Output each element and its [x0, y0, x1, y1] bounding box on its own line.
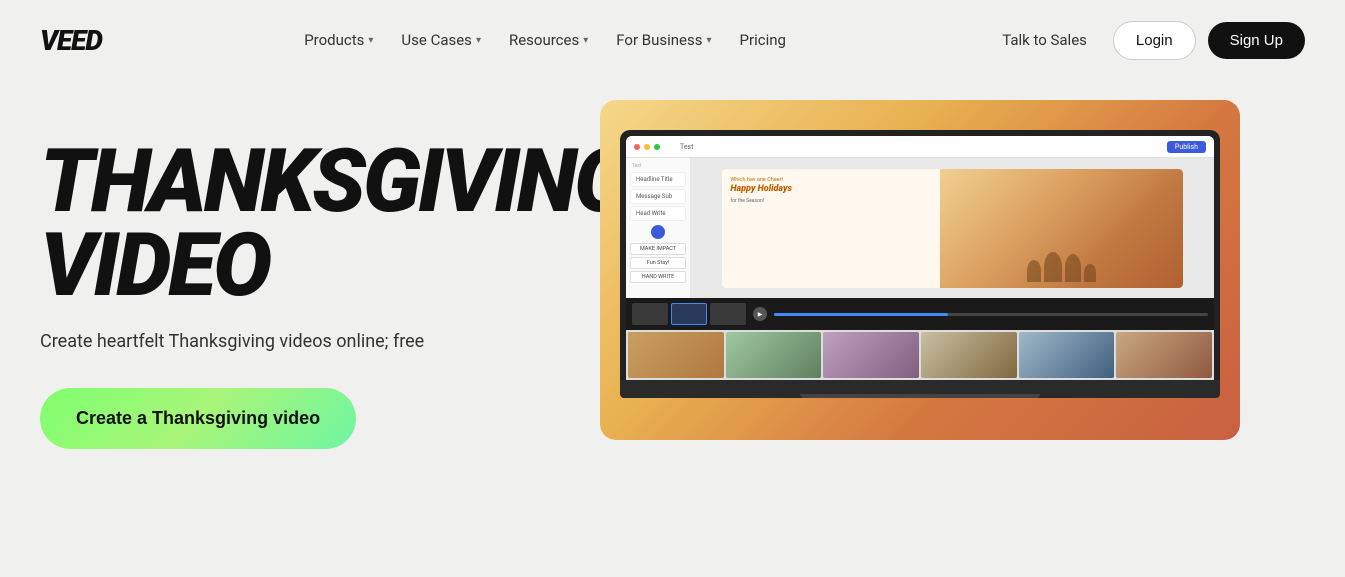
timeline-progress	[774, 313, 948, 316]
photo-thumb-6[interactable]	[1116, 332, 1212, 378]
laptop-lid: Test Publish Text Headline Title Message…	[620, 130, 1220, 380]
logo[interactable]: VEED	[40, 24, 102, 57]
filmstrip-thumb-3[interactable]	[710, 303, 746, 325]
panel-row-headwrite[interactable]: Head Write	[630, 206, 686, 221]
timeline[interactable]	[774, 313, 1208, 316]
editor-tab-label[interactable]: Test	[672, 141, 701, 153]
person-2	[1044, 252, 1062, 282]
editor-canvas: Which hav ane Cheer! Happy Holidays for …	[691, 158, 1214, 298]
window-minimize-dot	[644, 144, 650, 150]
text-chips: MAKE IMPACT Fun Stay! HAND WRITE	[630, 243, 686, 283]
canvas-card: Which hav ane Cheer! Happy Holidays for …	[722, 169, 1182, 288]
photo-thumb-1[interactable]	[628, 332, 724, 378]
chevron-down-icon: ▾	[476, 35, 481, 46]
canvas-text-area: Which hav ane Cheer! Happy Holidays for …	[722, 169, 940, 288]
hero-title: THANKSGIVING VIDEO	[40, 140, 540, 307]
talk-to-sales-link[interactable]: Talk to Sales	[988, 23, 1101, 57]
person-3	[1065, 254, 1081, 282]
nav-right: Talk to Sales Login Sign Up	[988, 21, 1305, 60]
filmstrip-thumb-2[interactable]	[671, 303, 707, 325]
chip-make-impact[interactable]: MAKE IMPACT	[630, 243, 686, 255]
editor-topbar: Test Publish	[626, 136, 1214, 158]
photo-thumb-2[interactable]	[726, 332, 822, 378]
chip-fun-stay[interactable]: Fun Stay!	[630, 257, 686, 269]
editor-left-panel: Text Headline Title Message Sub Head Wri…	[626, 158, 691, 298]
laptop-base	[620, 380, 1220, 398]
login-button[interactable]: Login	[1113, 21, 1196, 60]
nav-item-pricing[interactable]: Pricing	[726, 23, 800, 57]
chip-hand-write[interactable]: HAND WRITE	[630, 271, 686, 283]
hero-left: THANKSGIVING VIDEO Create heartfelt Than…	[40, 100, 540, 449]
person-1	[1027, 260, 1041, 282]
nav-item-forbusiness[interactable]: For Business ▾	[602, 23, 725, 57]
nav-menu: Products ▾ Use Cases ▾ Resources ▾ For B…	[290, 23, 800, 57]
editor-preview: Test Publish Text Headline Title Message…	[600, 100, 1240, 440]
hero-section: THANKSGIVING VIDEO Create heartfelt Than…	[0, 80, 1345, 560]
canvas-holiday-title: Happy Holidays	[730, 185, 932, 195]
hero-subtitle: Create heartfelt Thanksgiving videos onl…	[40, 331, 540, 352]
photo-thumb-3[interactable]	[823, 332, 919, 378]
photo-thumb-4[interactable]	[921, 332, 1017, 378]
laptop-mockup: Test Publish Text Headline Title Message…	[620, 130, 1220, 440]
hero-right: Test Publish Text Headline Title Message…	[600, 100, 1305, 500]
family-silhouette	[940, 252, 1182, 282]
chevron-down-icon: ▾	[368, 35, 373, 46]
nav-item-resources[interactable]: Resources ▾	[495, 23, 602, 57]
editor-filmstrip: ▶	[626, 298, 1214, 330]
signup-button[interactable]: Sign Up	[1208, 22, 1305, 59]
photo-thumb-5[interactable]	[1019, 332, 1115, 378]
editor-body: Text Headline Title Message Sub Head Wri…	[626, 158, 1214, 298]
chevron-down-icon: ▾	[583, 35, 588, 46]
panel-row-headline[interactable]: Headline Title	[630, 172, 686, 187]
chevron-down-icon: ▾	[707, 35, 712, 46]
nav-item-usecases[interactable]: Use Cases ▾	[387, 23, 495, 57]
panel-row-message[interactable]: Message Sub	[630, 189, 686, 204]
hero-cta-button[interactable]: Create a Thanksgiving video	[40, 388, 356, 449]
canvas-subtitle: for the Season!	[730, 198, 932, 204]
panel-section-label: Text	[630, 162, 686, 170]
navbar: VEED Products ▾ Use Cases ▾ Resources ▾ …	[0, 0, 1345, 80]
nav-item-products[interactable]: Products ▾	[290, 23, 387, 57]
play-button[interactable]: ▶	[753, 307, 767, 321]
filmstrip-thumb-1[interactable]	[632, 303, 668, 325]
photos-strip	[626, 330, 1214, 380]
editor-publish-button[interactable]: Publish	[1167, 141, 1206, 153]
window-maximize-dot	[654, 144, 660, 150]
window-close-dot	[634, 144, 640, 150]
panel-blue-icon	[651, 225, 665, 239]
laptop-screen: Test Publish Text Headline Title Message…	[626, 136, 1214, 380]
person-4	[1084, 264, 1096, 282]
canvas-photo-area	[940, 169, 1182, 288]
canvas-small-text: Which hav ane Cheer!	[730, 177, 932, 183]
